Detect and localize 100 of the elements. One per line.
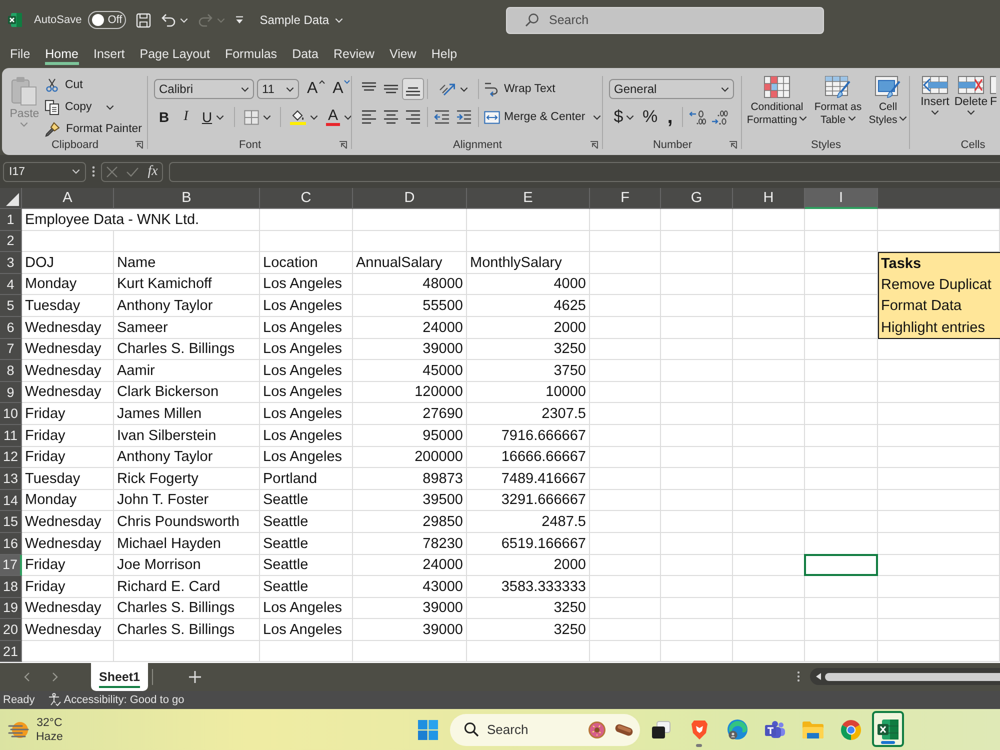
undo-button[interactable]	[160, 13, 188, 27]
autosave-toggle[interactable]: Off	[88, 11, 126, 29]
more-options-icon[interactable]	[797, 671, 800, 682]
column-header[interactable]: F	[590, 188, 661, 209]
row-header[interactable]: 2	[0, 230, 22, 252]
enter-check-icon[interactable]	[126, 166, 140, 176]
currency-format-button[interactable]: $	[609, 106, 639, 128]
table-cell	[590, 511, 661, 533]
format-painter-button[interactable]: Format Painter	[44, 118, 142, 140]
name-box-field[interactable]: I17	[3, 162, 86, 182]
row-header[interactable]: 7	[0, 338, 22, 360]
select-all-icon[interactable]	[6, 193, 19, 206]
font-size-dropdown[interactable]: 11	[257, 79, 299, 99]
caret-icon	[216, 114, 224, 120]
menu-tab[interactable]: Formulas	[224, 43, 278, 65]
column-header[interactable]: E	[467, 188, 590, 209]
row-header[interactable]: 3	[0, 252, 22, 274]
merge-center-button[interactable]: Merge & Center	[484, 106, 602, 128]
format-cells-button[interactable]: F	[990, 74, 998, 108]
row-header[interactable]: 14	[0, 490, 22, 512]
table-cell	[733, 382, 805, 404]
percent-format-button[interactable]: %	[639, 106, 661, 128]
cell-styles-button[interactable]: Cell Styles	[866, 74, 910, 127]
menu-tab[interactable]: Review	[333, 43, 374, 65]
wrap-text-button[interactable]: Wrap Text	[484, 78, 556, 100]
menu-tab[interactable]: File	[10, 43, 30, 65]
font-color-button[interactable]: A	[323, 107, 356, 127]
row-header[interactable]: 20	[0, 619, 22, 641]
donut-icon	[588, 720, 606, 739]
row-header[interactable]: 12	[0, 446, 22, 468]
table-cell: Los Angeles	[260, 360, 353, 382]
column-header[interactable]: C	[260, 188, 353, 209]
number-format-dropdown[interactable]: General	[609, 79, 734, 99]
sheet-tab[interactable]: Sheet1	[91, 662, 148, 691]
taskbar-search-field[interactable]: Search	[450, 714, 640, 746]
row-header[interactable]: 19	[0, 598, 22, 620]
table-cell: 55500	[353, 295, 467, 317]
delete-cells-button[interactable]: Delete	[954, 74, 988, 115]
table-cell: Aamir	[114, 360, 260, 382]
underline-button[interactable]: U	[198, 107, 228, 127]
row-header[interactable]: 16	[0, 532, 22, 554]
column-header[interactable]: A	[22, 188, 114, 209]
search-field[interactable]: Search	[506, 6, 824, 34]
taskbar-app-button[interactable]	[872, 711, 904, 748]
shrink-font-button[interactable]: A	[332, 80, 350, 98]
row-header[interactable]: 15	[0, 511, 22, 533]
document-title-button[interactable]: Sample Data	[260, 13, 344, 27]
row-header[interactable]: 6	[0, 316, 22, 339]
table-cell: 39000	[353, 338, 467, 360]
column-header[interactable]: G	[661, 188, 733, 209]
horizontal-scrollbar[interactable]	[810, 668, 1000, 686]
row-header[interactable]: 10	[0, 403, 22, 425]
column-header[interactable]: D	[353, 188, 467, 209]
align-bottom-button[interactable]	[402, 78, 424, 100]
insert-cells-button[interactable]: Insert	[918, 74, 952, 115]
menu-tab[interactable]: Insert	[94, 43, 125, 65]
row-header[interactable]: 21	[0, 640, 22, 662]
row-header[interactable]: 13	[0, 468, 22, 490]
row-header[interactable]: 17	[0, 554, 22, 576]
accessibility-button[interactable]: Accessibility: Good to go	[48, 693, 184, 706]
menu-tab[interactable]: Data	[292, 43, 318, 65]
formula-input-field[interactable]	[169, 162, 1000, 182]
active-cell-border[interactable]	[804, 554, 878, 576]
comma-format-button[interactable]: ,	[661, 106, 679, 128]
caret-icon	[721, 86, 729, 92]
table-button[interactable]: Format as Table	[811, 74, 865, 127]
row-header[interactable]: 18	[0, 576, 22, 598]
dialog-launcher-icon[interactable]	[590, 140, 598, 148]
row-header[interactable]: 5	[0, 295, 22, 317]
scroll-left-icon[interactable]	[816, 673, 821, 680]
cancel-icon[interactable]	[106, 166, 118, 178]
dialog-launcher-icon[interactable]	[135, 140, 143, 148]
menu-tab[interactable]: Help	[431, 43, 458, 65]
font-name-dropdown[interactable]: Calibri	[154, 79, 254, 99]
row-header[interactable]: 4	[0, 274, 22, 296]
customize-button[interactable]	[234, 16, 244, 24]
italic-button[interactable]: I	[176, 107, 196, 127]
row-header[interactable]: 1	[0, 209, 22, 231]
grow-font-button[interactable]: A	[307, 80, 325, 98]
dialog-launcher-icon[interactable]	[729, 140, 737, 148]
add-sheet-button[interactable]	[189, 670, 201, 683]
row-header[interactable]: 8	[0, 360, 22, 382]
menu-tab[interactable]: Page Layout	[140, 43, 210, 65]
column-header[interactable]: H	[733, 188, 805, 209]
insert-function-button[interactable]: fx	[148, 164, 158, 180]
cut-button[interactable]: Cut	[44, 74, 142, 96]
scrollbar-thumb[interactable]	[825, 672, 1000, 681]
save-button[interactable]	[136, 12, 151, 28]
more-options-icon[interactable]	[92, 166, 95, 177]
weather-widget[interactable]: 32°C Haze	[8, 716, 63, 744]
copy-button[interactable]: Copy	[44, 96, 142, 118]
dialog-launcher-icon[interactable]	[339, 140, 347, 148]
menu-tab[interactable]: View	[389, 43, 416, 65]
menu-tab[interactable]: Home	[45, 43, 78, 65]
row-header[interactable]: 9	[0, 382, 22, 404]
column-header[interactable]: I	[805, 188, 878, 209]
bold-button[interactable]: B	[154, 107, 174, 127]
column-header[interactable]: B	[114, 188, 260, 209]
row-header[interactable]: 11	[0, 424, 22, 447]
conditional-button[interactable]: Conditional Formatting	[744, 74, 810, 127]
